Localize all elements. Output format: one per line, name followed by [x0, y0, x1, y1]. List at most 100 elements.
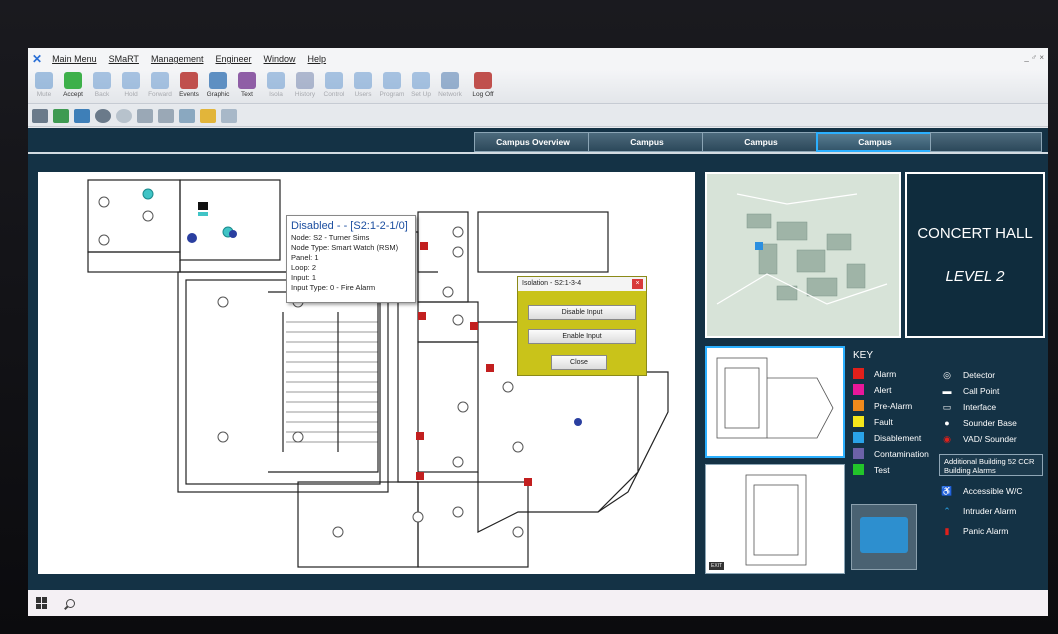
toolbar-button-hold[interactable]: Hold — [117, 70, 145, 98]
panel-screen — [860, 517, 908, 553]
toolbar-button-label: Control — [323, 91, 345, 98]
toolbar-button-set-up[interactable]: Set Up — [407, 70, 435, 98]
key-extra-label: Accessible W/C — [963, 486, 1023, 496]
tab-campus-1[interactable]: Campus — [588, 132, 706, 152]
toolbar-button-label: Isola — [269, 91, 283, 98]
disc-icon[interactable] — [95, 108, 111, 123]
key-status-label: Pre-Alarm — [874, 400, 913, 411]
campus-map[interactable] — [705, 172, 901, 338]
toolbar-button-label: Accept — [63, 91, 83, 98]
status-swatch — [853, 416, 864, 427]
toolbar-button-network[interactable]: Network — [436, 70, 464, 98]
level-thumbnail-active[interactable] — [705, 346, 845, 458]
key-extra-label: Panic Alarm — [963, 526, 1009, 536]
menu-engineer[interactable]: Engineer — [215, 54, 251, 64]
status-swatch — [853, 368, 864, 379]
graphic-icon — [209, 72, 227, 89]
folder-icon[interactable] — [200, 108, 216, 123]
close-icon[interactable]: × — [632, 279, 643, 289]
toolbar-button-forward[interactable]: Forward — [146, 70, 174, 98]
toolbar-button-back[interactable]: Back — [88, 70, 116, 98]
key-status-label: Contamination — [874, 448, 929, 459]
level-title: LEVEL 2 — [945, 268, 1005, 285]
toolbar-button-events[interactable]: Events — [175, 70, 203, 98]
graphics-view: Campus Overview Campus Campus Campus CON… — [28, 128, 1048, 590]
close-button[interactable]: Close — [551, 355, 607, 370]
network-icon — [441, 72, 459, 89]
level-thumbnail[interactable]: EXIT — [705, 464, 845, 574]
tab-empty[interactable] — [930, 132, 1042, 152]
toolbar-button-graphic[interactable]: Graphic — [204, 70, 232, 98]
screen: ✕ Main Menu SMaRT Management Engineer Wi… — [28, 48, 1048, 616]
toolbar-button-label: Network — [438, 91, 462, 98]
text-icon — [238, 72, 256, 89]
mute-icon — [35, 72, 53, 89]
toolbar-button-users[interactable]: Users — [349, 70, 377, 98]
tooltip-line: Input: 1 — [291, 273, 317, 282]
key-extra-accessible-w-c: ♿ Accessible W/C — [939, 485, 1023, 497]
call-point-icon: ▬ — [942, 386, 952, 396]
toolbar-button-history[interactable]: History — [291, 70, 319, 98]
search-icon[interactable] — [66, 598, 75, 608]
tab-campus-2[interactable]: Campus — [702, 132, 820, 152]
app-logo-icon: ✕ — [32, 52, 43, 66]
windows-start-icon[interactable] — [36, 597, 48, 609]
program-icon — [383, 72, 401, 89]
toolbar-button-mute[interactable]: Mute — [30, 70, 58, 98]
group-icon[interactable] — [158, 108, 174, 123]
key-extra-label: Intruder Alarm — [963, 506, 1017, 516]
panic-icon: ▮ — [944, 525, 950, 536]
menu-help[interactable]: Help — [308, 54, 327, 64]
key-status-contamination: Contamination — [853, 448, 929, 459]
key-device-label: Interface — [963, 402, 997, 412]
intruder-icon: ⌃ — [943, 505, 951, 516]
history-icon — [296, 72, 314, 89]
key-device-vad-sounder: ◉ VAD/ Sounder — [939, 433, 1017, 445]
ack-icon[interactable] — [53, 108, 69, 123]
set-up-icon — [412, 72, 430, 89]
toolbar-button-log-off[interactable]: Log Off — [469, 70, 497, 98]
additional-alarms-button[interactable]: Additional Building 52 CCR Building Alar… — [939, 454, 1043, 476]
toolbar-button-accept[interactable]: Accept — [59, 70, 87, 98]
device-frame: ✕ Main Menu SMaRT Management Engineer Wi… — [0, 0, 1058, 634]
screen-icon[interactable] — [179, 108, 195, 123]
window-controls[interactable]: _ ♂ × — [1024, 53, 1044, 62]
isolation-dialog: Isolation - S2:1-3-4 × Disable Input Ena… — [517, 276, 647, 376]
mail-icon[interactable] — [221, 108, 237, 123]
interface-icon: ▭ — [942, 401, 952, 412]
legend-key: KEY Additional Building 52 CCR Building … — [851, 350, 1046, 580]
log-off-icon — [474, 72, 492, 89]
tab-bar: Campus Overview Campus Campus Campus — [28, 128, 1048, 154]
menu-smart[interactable]: SMaRT — [109, 54, 139, 64]
tooltip-line: Input Type: 0 - Fire Alarm — [291, 283, 376, 292]
tooltip-line: Node: S2 - Turner Sims — [291, 233, 370, 242]
device-tooltip: Disabled - - [S2:1-2-1/0] Node: S2 - Tur… — [286, 215, 416, 303]
vad-sounder-icon: ◉ — [943, 433, 951, 444]
hold-icon — [122, 72, 140, 89]
people-icon[interactable] — [137, 108, 153, 123]
toolbar-button-isola[interactable]: Isola — [262, 70, 290, 98]
key-device-label: Detector — [963, 370, 996, 380]
disable-input-button[interactable]: Disable Input — [528, 305, 636, 320]
enable-input-button[interactable]: Enable Input — [528, 329, 636, 344]
menu-management[interactable]: Management — [151, 54, 204, 64]
toolbar-button-label: Graphic — [206, 91, 230, 98]
wheelchair-icon: ♿ — [941, 485, 953, 496]
print-icon[interactable] — [32, 108, 48, 123]
all-icon[interactable] — [74, 108, 90, 123]
tab-campus-3[interactable]: Campus — [816, 132, 934, 152]
toolbar-button-label: Log Off — [472, 91, 494, 98]
isolation-titlebar: Isolation - S2:1-3-4 × — [518, 277, 646, 291]
tab-campus-overview[interactable]: Campus Overview — [474, 132, 592, 152]
tooltip-line: Panel: 1 — [291, 253, 319, 262]
toolbar-button-text[interactable]: Text — [233, 70, 261, 98]
status-swatch — [853, 400, 864, 411]
toolbar-button-control[interactable]: Control — [320, 70, 348, 98]
toolbar-button-program[interactable]: Program — [378, 70, 406, 98]
circle-icon[interactable] — [116, 108, 132, 123]
key-device-label: VAD/ Sounder — [963, 434, 1017, 444]
toolbar-button-label: Forward — [148, 91, 172, 98]
menu-main[interactable]: Main Menu — [52, 54, 97, 64]
isolation-title: Isolation - S2:1-3-4 — [522, 280, 582, 287]
menu-window[interactable]: Window — [264, 54, 296, 64]
